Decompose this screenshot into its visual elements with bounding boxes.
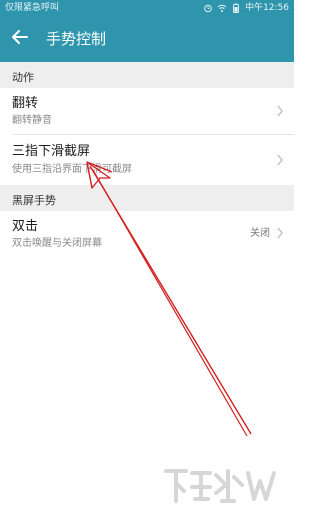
page-title: 手势控制: [46, 30, 107, 48]
setting-row-double-tap[interactable]: 双击 双击唤醒与关闭屏幕 关闭: [0, 211, 294, 257]
app-bar: 手势控制: [0, 16, 294, 62]
row-title: 翻转: [12, 96, 39, 111]
status-icons: 中午12:56: [203, 1, 289, 15]
watermark-logo-icon: [164, 469, 276, 503]
row-subtitle: 使用三指沿界面下滑可截屏: [12, 164, 132, 175]
section-header-screen-off-gestures: 黑屏手势: [0, 185, 294, 211]
row-subtitle: 双击唤醒与关闭屏幕: [12, 238, 102, 249]
arrow-left-icon: [11, 29, 29, 49]
section-header-actions: 动作: [0, 62, 294, 88]
row-value: 关闭: [250, 228, 270, 239]
setting-row-three-finger-screenshot[interactable]: 三指下滑截屏 使用三指沿界面下滑可截屏: [0, 135, 294, 185]
battery-icon: [231, 3, 241, 13]
wifi-icon: [217, 3, 227, 13]
back-button[interactable]: [8, 27, 32, 51]
section-header-label: 动作: [12, 71, 34, 84]
app-header: 仅限紧急呼叫 中午12:56 手势控制: [0, 0, 294, 62]
row-title: 双击: [12, 219, 39, 234]
chevron-right-icon: [277, 154, 283, 166]
alarm-icon: [203, 3, 213, 13]
status-time: 中午12:56: [245, 3, 289, 13]
chevron-right-icon: [277, 227, 283, 239]
status-bar: 仅限紧急呼叫 中午12:56: [0, 0, 294, 16]
status-carrier-text: 仅限紧急呼叫: [5, 3, 60, 13]
setting-row-flip[interactable]: 翻转 翻转静音: [0, 88, 294, 134]
section-header-label: 黑屏手势: [12, 194, 56, 207]
chevron-right-icon: [277, 105, 283, 117]
row-subtitle: 翻转静音: [12, 115, 52, 126]
row-title: 三指下滑截屏: [12, 144, 91, 159]
